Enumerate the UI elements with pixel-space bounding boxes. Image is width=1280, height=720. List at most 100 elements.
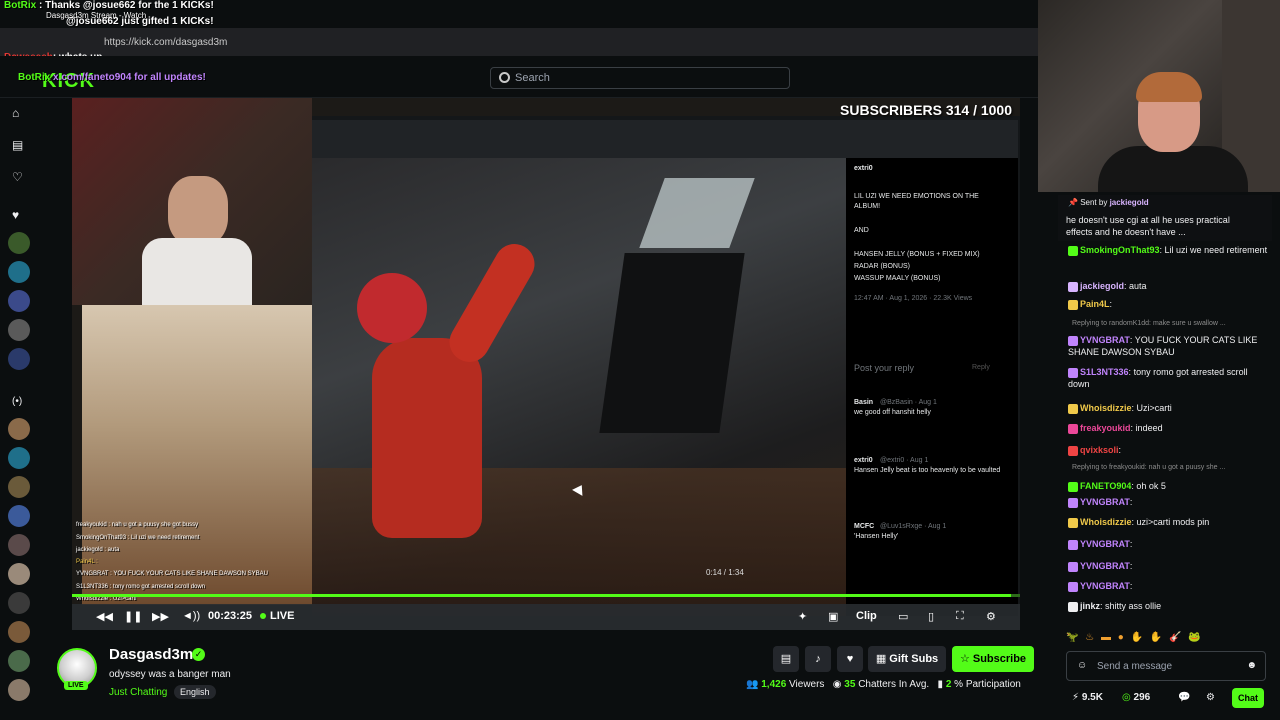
forward-icon[interactable]: ▶▶: [152, 610, 169, 623]
chat-message[interactable]: jackiegold: auta: [1068, 280, 1268, 292]
chat-message[interactable]: Whoisdizzie: Uzi>carti: [1068, 402, 1268, 414]
chat-username[interactable]: jackiegold: [1080, 281, 1124, 291]
channel-avatar[interactable]: [8, 290, 30, 312]
chat-username[interactable]: Pain4L: [1080, 299, 1110, 309]
chat-message[interactable]: qvixksoli:: [1068, 444, 1268, 456]
channel-points[interactable]: ◎ 296: [1122, 692, 1150, 703]
points-count: 296: [1133, 692, 1151, 703]
follow-heart-button[interactable]: ♥: [837, 646, 863, 672]
emoji-icon[interactable]: ☺: [1077, 660, 1087, 671]
reply-user: Basin: [854, 399, 874, 406]
chat-username[interactable]: S1L3NT336: [1080, 367, 1129, 377]
chat-username[interactable]: Whoisdizzie: [1080, 517, 1132, 527]
chat-username[interactable]: jinkz: [1080, 601, 1100, 611]
chat-username[interactable]: YVNGBRAT: [1080, 581, 1130, 591]
volume-icon[interactable]: ◄)): [182, 610, 200, 622]
settings-icon[interactable]: ✦: [798, 610, 807, 623]
fullscreen-icon[interactable]: ⛶: [956, 610, 964, 623]
channel-avatar[interactable]: [8, 348, 30, 370]
video-player[interactable]: extri0 LIL UZI WE NEED EMOTIONS ON THE A…: [72, 98, 1020, 630]
chat-bubble-icon[interactable]: 💬: [1178, 692, 1190, 703]
chat-message[interactable]: YVNGBRAT:: [1068, 580, 1268, 592]
chat-message[interactable]: Pain4L:: [1068, 298, 1268, 310]
channel-avatar[interactable]: [8, 563, 30, 585]
heart-icon[interactable]: ♡: [12, 170, 23, 184]
chat-username[interactable]: qvixksoli: [1080, 445, 1119, 455]
channel-name[interactable]: Dasgasd3m: [109, 646, 193, 663]
chat-text: shitty ass ollie: [1105, 601, 1162, 611]
gear-icon[interactable]: ⚙: [986, 610, 996, 623]
chat-message[interactable]: YVNGBRAT:: [1068, 560, 1268, 572]
progress-bar[interactable]: [72, 594, 1020, 597]
chat-username[interactable]: YVNGBRAT: [1080, 497, 1130, 507]
chat-username[interactable]: FANETO904: [1080, 481, 1131, 491]
chat-message[interactable]: Whoisdizzie: uzi>carti mods pin: [1068, 516, 1268, 528]
channel-avatar[interactable]: [8, 621, 30, 643]
chat-message[interactable]: YVNGBRAT:: [1068, 496, 1268, 508]
clip-button[interactable]: Clip: [856, 610, 877, 622]
notification-bell-button[interactable]: ♪: [805, 646, 831, 672]
chat-message[interactable]: SmokingOnThat93: Lil uzi we need retirem…: [1068, 244, 1268, 256]
chat-message[interactable]: S1L3NT336: tony romo got arrested scroll…: [1068, 366, 1268, 390]
chat-username[interactable]: freakyoukid: [1080, 423, 1131, 433]
chat-separator: :: [1124, 281, 1127, 291]
language-tag[interactable]: English: [174, 685, 216, 699]
chat-message[interactable]: jinkz: shitty ass ollie: [1068, 600, 1268, 612]
chat-reply-context: Replying to randomK1dd: make sure u swal…: [1072, 320, 1226, 327]
emote-row: 🦖 ♨ ▬ ● ✋ ✋ 🎸 🐸: [1066, 632, 1203, 643]
participation-icon: ▮: [937, 679, 944, 690]
chat-settings-icon[interactable]: ⚙: [1206, 692, 1215, 703]
chat-message[interactable]: freakyoukid: indeed: [1068, 422, 1268, 434]
theater-mode-button[interactable]: ▤: [773, 646, 799, 672]
pause-icon[interactable]: ❚❚: [124, 610, 142, 623]
category-link[interactable]: Just Chatting: [109, 687, 167, 698]
gift-subs-label: Gift Subs: [889, 653, 939, 665]
emote-picker-icon[interactable]: ☻: [1246, 660, 1257, 671]
channel-avatar[interactable]: [8, 505, 30, 527]
channel-avatar[interactable]: [8, 592, 30, 614]
channel-avatar[interactable]: [8, 447, 30, 469]
chat-separator: :: [1131, 481, 1134, 491]
search-placeholder: Search: [515, 72, 550, 84]
chat-send-button[interactable]: Chat: [1232, 688, 1264, 708]
following-icon[interactable]: ♥: [12, 208, 19, 222]
video-scene-left: [82, 305, 312, 605]
chat-message[interactable]: YVNGBRAT:: [1068, 538, 1268, 550]
chat-separator: :: [1129, 497, 1133, 507]
address-bar[interactable]: https://kick.com/dasgasd3m: [104, 37, 227, 48]
chat-badge-icon: [1068, 581, 1078, 592]
rewind-icon[interactable]: ◀◀: [96, 610, 113, 623]
kicks-balance[interactable]: ⚡ 9.5K: [1072, 692, 1103, 703]
chat-username[interactable]: Whoisdizzie: [1080, 403, 1132, 413]
channel-avatar[interactable]: [8, 534, 30, 556]
channel-avatar[interactable]: [8, 261, 30, 283]
captions-icon[interactable]: ▭: [898, 610, 908, 623]
left-sidebar: ⌂ ▤ ♡ ♥ (•): [0, 98, 38, 720]
chat-username[interactable]: YVNGBRAT: [1080, 335, 1130, 345]
chat-username[interactable]: YVNGBRAT: [1080, 561, 1130, 571]
channel-avatar[interactable]: [8, 418, 30, 440]
chat-separator: :: [1118, 445, 1122, 455]
channel-avatar[interactable]: [8, 476, 30, 498]
channel-avatar[interactable]: [8, 650, 30, 672]
chat-separator: :: [1100, 601, 1103, 611]
chat-message[interactable]: FANETO904: oh ok 5: [1068, 480, 1268, 492]
home-icon[interactable]: ⌂: [12, 106, 19, 120]
chat-input[interactable]: ☺ Send a message ☻: [1066, 651, 1266, 681]
reply-text: Hansen Jelly beat is too heavenly to be …: [854, 467, 1001, 474]
subscribe-button[interactable]: ☆ Subscribe: [952, 646, 1034, 672]
theater-icon[interactable]: ▯: [928, 610, 934, 623]
browse-icon[interactable]: ▤: [12, 138, 23, 152]
chat-badge-icon: [1068, 445, 1078, 456]
channel-avatar[interactable]: [8, 232, 30, 254]
channel-avatar[interactable]: [8, 679, 30, 701]
fullscreen-window-icon[interactable]: ▣: [828, 610, 838, 623]
reply-user: MCFC: [854, 523, 875, 530]
channel-avatar[interactable]: [8, 319, 30, 341]
search-input[interactable]: Search: [490, 67, 790, 89]
chat-message[interactable]: YVNGBRAT: YOU FUCK YOUR CATS LIKE SHANE …: [1068, 334, 1268, 358]
gift-subs-button[interactable]: ▦ Gift Subs: [868, 646, 946, 672]
pinned-message[interactable]: 📌 Sent by jackiegold he doesn't use cgi …: [1058, 195, 1272, 241]
chat-username[interactable]: SmokingOnThat93: [1080, 245, 1160, 255]
chat-username[interactable]: YVNGBRAT: [1080, 539, 1130, 549]
